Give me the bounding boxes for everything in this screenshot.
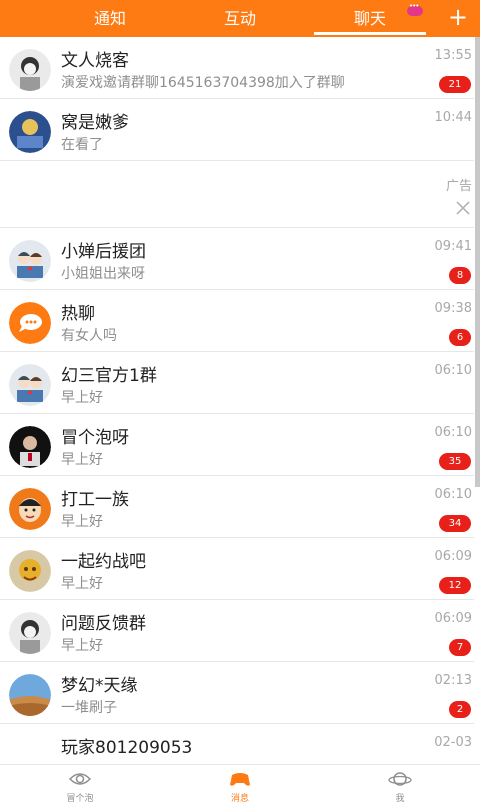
avatar — [9, 49, 51, 91]
conversation-preview: 有女人吗 — [61, 328, 117, 344]
conversation-title: 问题反馈群 — [61, 614, 146, 634]
scrollbar[interactable] — [475, 37, 480, 487]
ad-banner[interactable]: 广告 — [0, 161, 474, 228]
conversation-time: 06:10 — [434, 487, 472, 502]
nav-label: 我 — [395, 794, 405, 804]
conversation-preview: 早上好 — [61, 638, 103, 654]
conversation-time: 06:09 — [434, 611, 472, 626]
nav-label: 冒个泡 — [66, 794, 94, 804]
close-icon[interactable] — [454, 199, 472, 217]
nav-messages[interactable]: 消息 — [190, 765, 290, 804]
conversation-row[interactable]: 冒个泡呀 早上好 06:10 35 — [0, 414, 474, 476]
conversation-title: 小婵后援团 — [61, 242, 146, 262]
conversation-time: 02:13 — [434, 673, 472, 688]
conversation-preview: 早上好 — [61, 390, 103, 406]
conversation-preview: 一堆刷子 — [61, 700, 117, 716]
conversation-title: 玩家801209053 — [61, 738, 193, 758]
conversation-row[interactable]: 热聊 有女人吗 09:38 6 — [0, 290, 474, 352]
conversation-title: 幻三官方1群 — [61, 366, 157, 386]
conversation-preview: 早上好 — [61, 452, 103, 468]
unread-badge: 12 — [439, 577, 471, 594]
chat-bubble-icon — [9, 302, 51, 344]
conversation-row[interactable]: 小婵后援团 小姐姐出来呀 09:41 8 — [0, 228, 474, 290]
unread-badge: 2 — [449, 701, 471, 718]
bottom-nav: 冒个泡 消息 我 — [0, 764, 480, 804]
conversation-preview: 演爱戏邀请群聊1645163704398加入了群聊 — [61, 75, 345, 91]
conversation-title: 冒个泡呀 — [61, 428, 129, 448]
conversation-preview: 早上好 — [61, 514, 103, 530]
avatar — [9, 426, 51, 468]
nav-label: 消息 — [230, 794, 249, 804]
top-tab-bar: 通知 互动 聊天 + — [0, 0, 480, 37]
nav-me[interactable]: 我 — [350, 765, 450, 804]
add-button[interactable]: + — [446, 0, 470, 37]
tab-notice[interactable]: 通知 — [60, 0, 160, 37]
conversation-time: 09:41 — [434, 239, 472, 254]
conversation-preview: 小姐姐出来呀 — [61, 266, 145, 282]
unread-badge: 21 — [439, 76, 471, 93]
avatar — [9, 550, 51, 592]
ad-label: 广告 — [445, 179, 472, 194]
active-tab-indicator — [314, 32, 426, 35]
unread-badge: 7 — [449, 639, 471, 656]
conversation-time: 02-03 — [434, 735, 472, 750]
unread-badge: 34 — [439, 515, 471, 532]
conversation-title: 热聊 — [61, 304, 95, 324]
gamepad-icon — [230, 773, 250, 786]
conversation-row[interactable]: 文人烧客 演爱戏邀请群聊1645163704398加入了群聊 13:55 21 — [0, 37, 474, 99]
conversation-time: 06:09 — [434, 549, 472, 564]
nav-bubble[interactable]: 冒个泡 — [30, 765, 130, 804]
avatar — [9, 488, 51, 530]
conversation-preview: 早上好 — [61, 576, 103, 592]
conversation-time: 06:10 — [434, 363, 472, 378]
avatar — [9, 612, 51, 654]
conversation-list: 文人烧客 演爱戏邀请群聊1645163704398加入了群聊 13:55 21 … — [0, 37, 474, 786]
planet-icon — [388, 772, 412, 786]
conversation-row[interactable]: 一起约战吧 早上好 06:09 12 — [0, 538, 474, 600]
more-dots-icon — [407, 2, 423, 16]
conversation-preview: 在看了 — [61, 137, 103, 153]
conversation-title: 一起约战吧 — [61, 552, 146, 572]
conversation-row[interactable]: 问题反馈群 早上好 06:09 7 — [0, 600, 474, 662]
conversation-title: 打工一族 — [61, 490, 129, 510]
conversation-time: 10:44 — [434, 110, 472, 125]
eye-icon — [68, 773, 92, 785]
avatar — [9, 240, 51, 282]
avatar — [9, 674, 51, 716]
conversation-title: 梦幻*天缘 — [61, 676, 138, 696]
unread-badge: 35 — [439, 453, 471, 470]
conversation-time: 13:55 — [434, 48, 472, 63]
conversation-title: 窝是嫩爹 — [61, 113, 129, 133]
conversation-row[interactable]: 幻三官方1群 早上好 06:10 — [0, 352, 474, 414]
conversation-row[interactable]: 打工一族 早上好 06:10 34 — [0, 476, 474, 538]
conversation-time: 09:38 — [434, 301, 472, 316]
tab-interact[interactable]: 互动 — [190, 0, 290, 37]
unread-badge: 6 — [449, 329, 471, 346]
avatar — [9, 364, 51, 406]
unread-badge: 8 — [449, 267, 471, 284]
conversation-row[interactable]: 窝是嫩爹 在看了 10:44 — [0, 99, 474, 161]
avatar — [9, 111, 51, 153]
conversation-time: 06:10 — [434, 425, 472, 440]
conversation-row[interactable]: 梦幻*天缘 一堆刷子 02:13 2 — [0, 662, 474, 724]
conversation-title: 文人烧客 — [61, 51, 129, 71]
